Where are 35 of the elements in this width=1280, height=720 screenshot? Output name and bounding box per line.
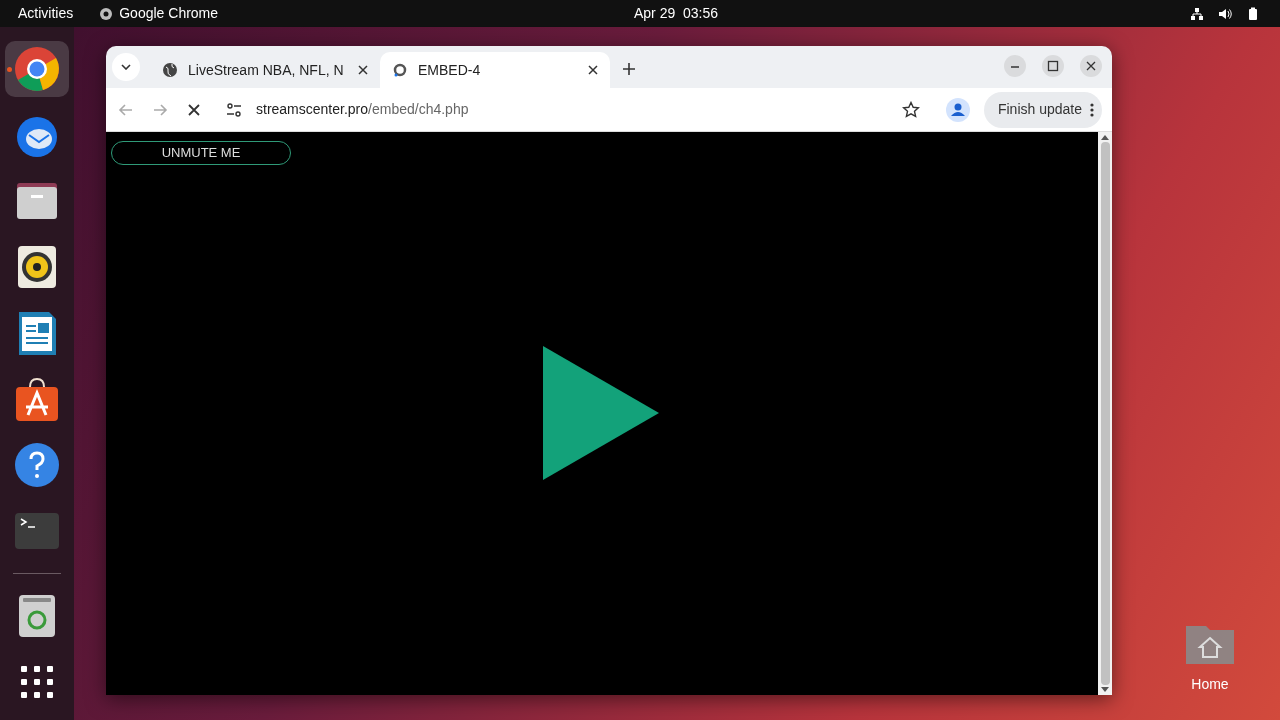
chrome-icon[interactable] <box>13 45 61 93</box>
play-icon[interactable] <box>543 346 659 480</box>
finish-update-button[interactable]: Finish update <box>983 91 1102 128</box>
tab-title: EMBED-4 <box>418 60 482 80</box>
scroll-down-icon[interactable] <box>1101 687 1109 692</box>
close-icon[interactable] <box>588 65 598 75</box>
close-icon[interactable] <box>358 65 368 75</box>
browser-tab[interactable]: EMBED-4 <box>380 52 610 88</box>
app-name[interactable]: Google Chrome <box>119 3 219 24</box>
tab-search-button[interactable] <box>112 53 140 81</box>
shopping-bag-icon[interactable] <box>13 375 61 423</box>
close-window-button[interactable] <box>1080 55 1102 77</box>
clock[interactable]: Apr 29 03:56 <box>634 3 719 24</box>
new-tab-icon[interactable] <box>622 62 636 76</box>
tab-title: LiveStream NBA, NFL, N <box>188 60 345 80</box>
loading-icon <box>392 62 408 78</box>
help-icon[interactable] <box>13 441 61 489</box>
globe-icon <box>162 62 178 78</box>
chrome-icon <box>99 6 114 21</box>
url-text: streamscenter.pro/embed/ch4.php <box>256 100 470 119</box>
desktop-icon-label[interactable]: Home <box>1191 674 1229 695</box>
scroll-up-icon[interactable] <box>1101 135 1109 140</box>
bookmark-star-icon[interactable] <box>901 100 920 119</box>
network-icon[interactable] <box>1190 6 1204 21</box>
dock-item-highlight[interactable] <box>5 41 69 97</box>
volume-icon[interactable] <box>1218 6 1232 21</box>
activities-button[interactable]: Activities <box>18 3 74 24</box>
chevron-down-icon <box>121 64 131 70</box>
maximize-button[interactable] <box>1042 55 1064 77</box>
profile-icon[interactable] <box>945 97 970 122</box>
scrollbar[interactable] <box>1098 132 1112 695</box>
battery-icon[interactable] <box>1246 6 1260 21</box>
minimize-button[interactable] <box>1004 55 1026 77</box>
more-icon[interactable] <box>1090 101 1094 118</box>
browser-tab[interactable]: LiveStream NBA, NFL, N <box>150 52 380 88</box>
